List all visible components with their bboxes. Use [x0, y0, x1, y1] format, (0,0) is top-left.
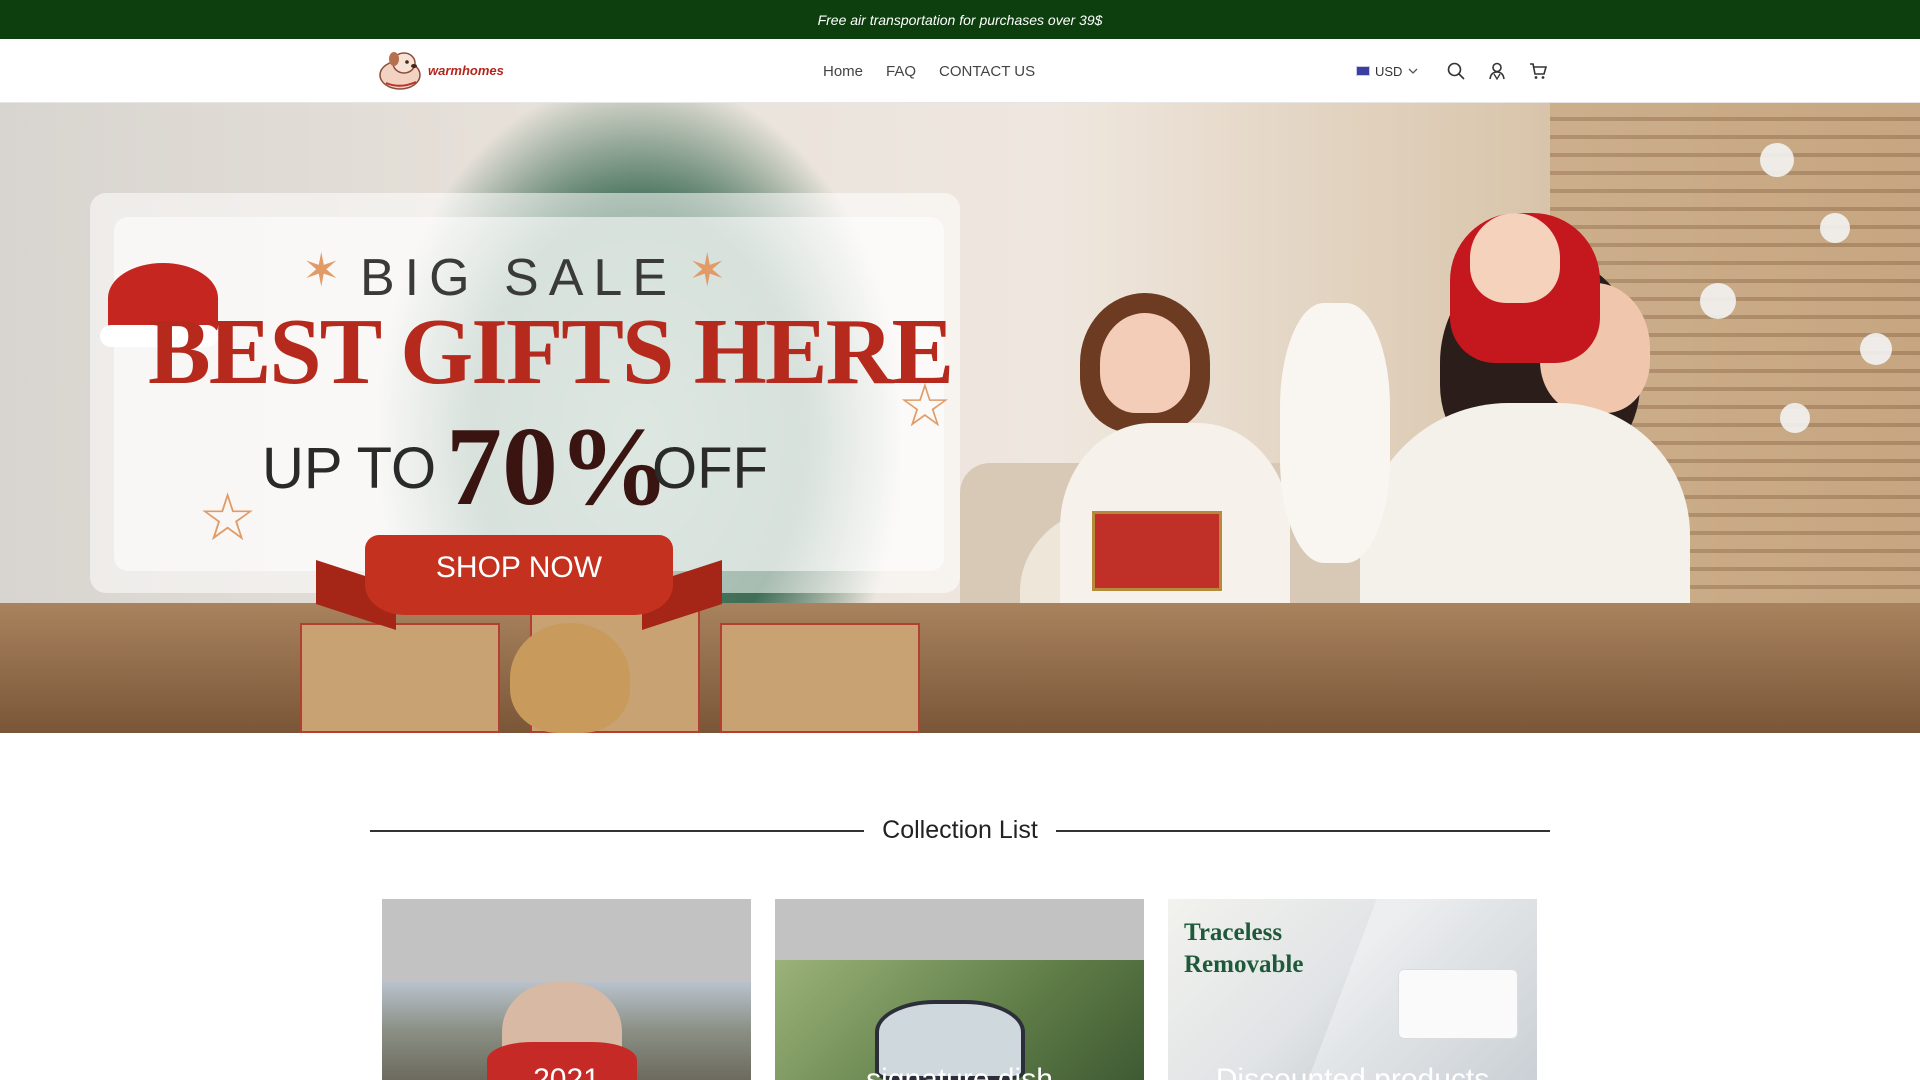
- discount-percent: 70%: [446, 405, 670, 529]
- parcel-image: [300, 623, 500, 733]
- hero-banner[interactable]: ✶ ✶ ☆ ☆ BIG SALE BEST GIFTS HERE UP TO 7…: [0, 103, 1920, 733]
- hero-headline: BEST GIFTS HERE: [148, 300, 954, 404]
- parcel-image: [720, 623, 920, 733]
- collection-card-signature-dish[interactable]: signature dish: [775, 899, 1144, 1080]
- main-nav: Home FAQ CONTACT US: [823, 39, 1035, 103]
- chevron-down-icon: [1408, 68, 1418, 74]
- girl-face-image: [1100, 313, 1190, 413]
- bathroom-shelf-image: [1308, 899, 1537, 1080]
- promo-line-1: Traceless: [1184, 919, 1283, 946]
- baby-face-image: [1470, 213, 1560, 303]
- cart-icon[interactable]: [1527, 60, 1549, 82]
- search-icon[interactable]: [1445, 60, 1467, 82]
- card-label: signature dish: [866, 1063, 1053, 1080]
- flag-icon: [1356, 66, 1370, 76]
- collection-card-2021[interactable]: 2021: [382, 899, 751, 1080]
- currency-label: USD: [1375, 63, 1403, 79]
- card-label: 2021: [533, 1063, 600, 1080]
- ornament-image: [1780, 403, 1810, 433]
- baby-legs-image: [1280, 303, 1390, 563]
- collection-card-discounted-products[interactable]: Traceless Removable Discounted products: [1168, 899, 1537, 1080]
- header-tools: USD: [1356, 39, 1568, 103]
- gift-box-image: [1092, 511, 1222, 591]
- account-icon[interactable]: [1486, 60, 1508, 82]
- ornament-image: [1700, 283, 1736, 319]
- section-title: Collection List: [882, 816, 1038, 844]
- up-to-text: UP TO: [262, 436, 437, 501]
- star-icon: ☆: [198, 480, 258, 554]
- nav-home[interactable]: Home: [823, 63, 863, 80]
- promo-line-2: Removable: [1184, 951, 1304, 978]
- collection-list-heading: Collection List: [370, 816, 1550, 846]
- star-icon: ✶: [302, 244, 341, 296]
- brand-name: warmhomes: [428, 62, 504, 78]
- announcement-bar: Free air transportation for purchases ov…: [0, 0, 1920, 39]
- ornament-image: [1860, 333, 1892, 365]
- off-text: OFF: [652, 436, 768, 501]
- dog-logo-icon: [379, 52, 421, 90]
- currency-selector[interactable]: USD: [1356, 64, 1419, 79]
- star-icon: ✶: [688, 244, 727, 296]
- announcement-text: Free air transportation for purchases ov…: [817, 11, 1103, 28]
- card-label: Discounted products: [1215, 1063, 1490, 1080]
- floor-gifts-area: [0, 603, 1920, 733]
- site-header: warmhomes Home FAQ CONTACT US USD: [0, 39, 1920, 103]
- teddy-bear-image: [510, 623, 630, 733]
- promo-text: Traceless Removable: [1184, 917, 1303, 981]
- shop-now-label[interactable]: SHOP NOW: [365, 551, 673, 585]
- nav-contact-us[interactable]: CONTACT US: [939, 63, 1035, 80]
- ornament-image: [1820, 213, 1850, 243]
- ornament-image: [1760, 143, 1794, 177]
- brand-logo[interactable]: warmhomes: [378, 49, 504, 91]
- nav-faq[interactable]: FAQ: [886, 63, 916, 80]
- card-image: [775, 960, 1144, 1080]
